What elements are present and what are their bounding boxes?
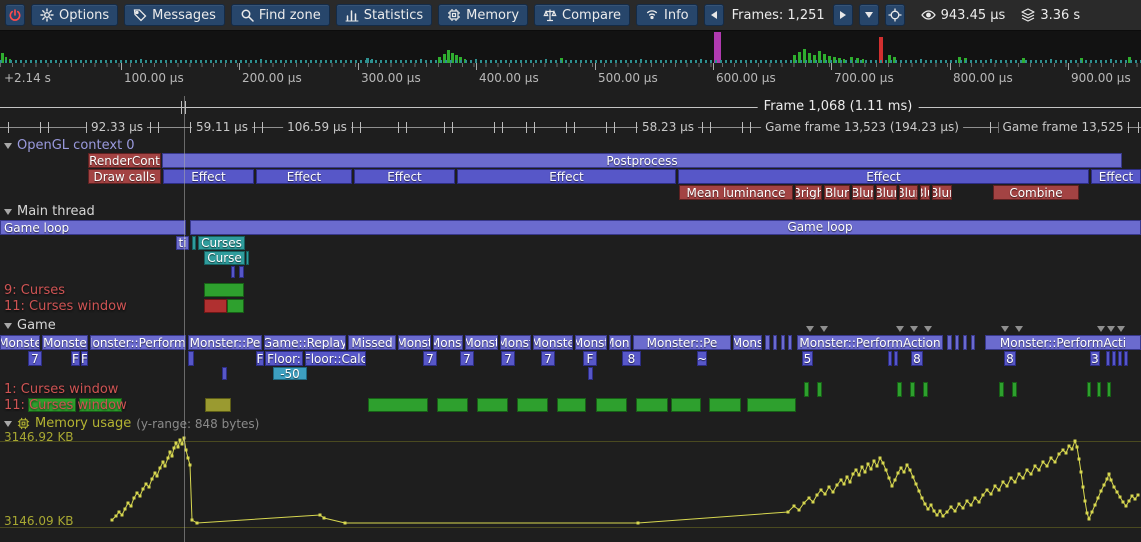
section-title: Memory usage <box>35 416 131 431</box>
section-header[interactable]: Memory usage (y-range: 848 bytes) <box>4 416 259 431</box>
memory-usage-graph[interactable] <box>0 0 1141 542</box>
view-cursor-line <box>184 96 185 542</box>
section-title-suffix: (y-range: 848 bytes) <box>136 417 259 431</box>
plot-label[interactable]: 9: Curses <box>4 283 65 298</box>
memory-chip-icon <box>17 417 30 430</box>
subframe-label[interactable]: 106.59 μs <box>283 120 351 134</box>
section-title: Game <box>17 318 56 333</box>
section-title: Main thread <box>17 204 95 219</box>
collapse-icon <box>4 143 12 149</box>
memory-min-label: 3146.09 KB <box>4 514 74 528</box>
subframe-label[interactable]: 92.33 μs <box>87 120 147 134</box>
memory-chip-icon-wrap <box>17 417 30 430</box>
section-header[interactable]: OpenGL context 0 <box>4 138 135 153</box>
frame-label[interactable]: Frame 1,068 (1.11 ms) <box>758 99 919 114</box>
section-title: OpenGL context 0 <box>17 138 135 153</box>
subframe-label[interactable]: Game frame 13,523 (194.23 μs) <box>761 120 963 134</box>
plot-label[interactable]: 1: Curses window <box>4 382 118 397</box>
subframe-label[interactable]: 58.23 μs <box>638 120 698 134</box>
memory-max-label: 3146.92 KB <box>4 430 74 444</box>
subframe-label[interactable]: Game frame 13,525 <box>999 120 1128 134</box>
plot-label[interactable]: 11: Curses window <box>4 299 127 314</box>
section-header[interactable]: Game <box>4 318 56 333</box>
collapse-icon <box>4 209 12 215</box>
collapse-icon <box>4 421 12 427</box>
subframe-label[interactable]: 59.11 μs <box>192 120 252 134</box>
timeline-view: +2.14 s100.00 μs200.00 μs300.00 μs400.00… <box>0 0 1141 542</box>
section-header[interactable]: Main thread <box>4 204 95 219</box>
plot-label[interactable]: 11: Curses window <box>4 398 127 413</box>
tracy-profiler-window: Options Messages Find zone Statistics <box>0 0 1141 542</box>
collapse-icon <box>4 323 12 329</box>
